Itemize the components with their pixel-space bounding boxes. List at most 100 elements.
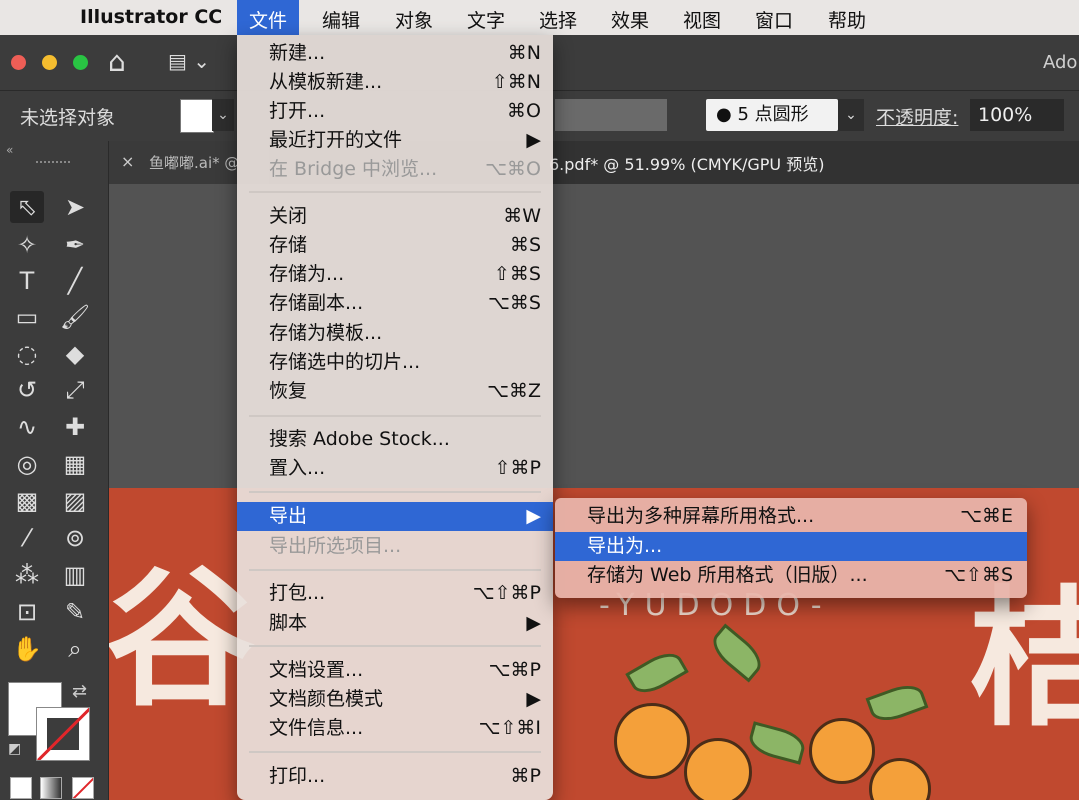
menu-separator	[249, 569, 541, 571]
zoom-window-icon[interactable]	[73, 55, 88, 70]
brush-dropdown-icon[interactable]: ⌄	[838, 99, 864, 131]
leaf-illustration	[705, 623, 769, 683]
minimize-window-icon[interactable]	[42, 55, 57, 70]
selection-status: 未选择对象	[20, 107, 116, 129]
pen-tool-icon[interactable]: ✒	[58, 229, 92, 261]
menu-item-save-as-template[interactable]: 存储为模板...	[237, 319, 553, 348]
menu-item-open-recent[interactable]: 最近打开的文件 ▶	[237, 126, 553, 155]
brush-definition-value: 5 点圆形	[737, 104, 809, 125]
fill-dropdown-icon[interactable]: ⌄	[212, 99, 234, 131]
warp-tool-icon[interactable]: ∿	[10, 411, 44, 443]
close-window-icon[interactable]	[11, 55, 26, 70]
menu-edit[interactable]: 编辑	[322, 6, 360, 35]
menu-item-new-from-template[interactable]: 从模板新建... ⇧⌘N	[237, 68, 553, 97]
menu-item-file-info[interactable]: 文件信息... ⌥⇧⌘I	[237, 714, 553, 743]
color-mode-icon[interactable]	[10, 777, 32, 799]
menu-item-close[interactable]: 关闭 ⌘W	[237, 202, 553, 231]
symbol-sprayer-tool-icon[interactable]: ⁂	[10, 559, 44, 591]
gradient-tool-icon[interactable]: ▨	[58, 485, 92, 517]
menu-separator	[249, 415, 541, 417]
artwork-char-left: 谷	[109, 553, 256, 727]
system-menu-bar: Illustrator CC 文件 编辑 对象 文字 选择 效果 视图 窗口 帮…	[0, 0, 1079, 35]
submenu-item-export-for-screens[interactable]: 导出为多种屏幕所用格式... ⌥⌘E	[555, 502, 1027, 531]
mesh-tool-icon[interactable]: ▩	[10, 485, 44, 517]
column-graph-tool-icon[interactable]: ▥	[58, 559, 92, 591]
selection-tool-icon[interactable]: ⬁	[10, 191, 44, 223]
menu-item-scripts[interactable]: 脚本 ▶	[237, 609, 553, 638]
menu-help[interactable]: 帮助	[828, 6, 866, 35]
menu-item-place[interactable]: 置入... ⇧⌘P	[237, 454, 553, 483]
stroke-color-swatch[interactable]	[36, 707, 90, 761]
paintbrush-tool-icon[interactable]: 🖌	[58, 301, 92, 333]
menu-item-save-copy[interactable]: 存储副本... ⌥⌘S	[237, 289, 553, 318]
panel-grip[interactable]	[36, 161, 70, 169]
leaf-illustration	[625, 646, 689, 700]
submenu-item-export-as[interactable]: 导出为...	[555, 532, 1027, 561]
menu-item-open[interactable]: 打开... ⌘O	[237, 97, 553, 126]
menu-item-new[interactable]: 新建... ⌘N	[237, 39, 553, 68]
export-submenu: 导出为多种屏幕所用格式... ⌥⌘E 导出为... 存储为 Web 所用格式（旧版…	[555, 498, 1027, 598]
brush-dot-icon: ●	[716, 104, 732, 125]
artboard-tool-icon[interactable]: ⊡	[10, 596, 44, 628]
app-name-menu[interactable]: Illustrator CC	[80, 6, 222, 28]
tools-panel: « ⬁ ➤ ✧ ✒ T ╱ ▭ 🖌 ◌ ◆ ↺ ⤢ ∿ ✚ ◎ ▦ ▩ ▨ ⁄ …	[0, 141, 109, 800]
menu-effect[interactable]: 效果	[611, 6, 649, 35]
hand-tool-icon[interactable]: ✋	[10, 633, 44, 665]
collapse-panel-icon[interactable]: «	[6, 143, 13, 157]
menu-type[interactable]: 文字	[467, 6, 505, 35]
magic-wand-tool-icon[interactable]: ✧	[10, 229, 44, 261]
zoom-tool-icon[interactable]: ⌕	[58, 633, 92, 665]
orange-illustration	[614, 703, 690, 779]
scale-tool-icon[interactable]: ⤢	[58, 374, 92, 406]
type-tool-icon[interactable]: T	[10, 265, 44, 297]
eyedropper-tool-icon[interactable]: ⁄	[10, 522, 44, 554]
menu-item-search-adobe-stock[interactable]: 搜索 Adobe Stock...	[237, 425, 553, 454]
document-tab-label: 鱼嘟嘟.ai* @	[149, 154, 240, 172]
home-icon[interactable]: ⌂	[108, 45, 126, 78]
active-document-tab-label[interactable]: 6.pdf* @ 51.99% (CMYK/GPU 预览)	[549, 151, 824, 175]
menu-window[interactable]: 窗口	[755, 6, 793, 35]
perspective-grid-tool-icon[interactable]: ▦	[58, 448, 92, 480]
default-fill-stroke-icon[interactable]: ◩	[8, 741, 21, 757]
shaper-tool-icon[interactable]: ◌	[10, 338, 44, 370]
menu-separator	[249, 191, 541, 193]
leaf-illustration	[865, 679, 929, 727]
menu-select[interactable]: 选择	[539, 6, 577, 35]
opacity-label[interactable]: 不透明度:	[876, 103, 958, 130]
close-tab-icon[interactable]: ×	[121, 152, 134, 171]
orange-illustration	[684, 738, 752, 800]
opacity-input[interactable]: 100%	[970, 99, 1064, 131]
stroke-weight-field[interactable]	[555, 99, 667, 131]
menu-item-document-setup[interactable]: 文档设置... ⌥⌘P	[237, 656, 553, 685]
workspace-switcher-icon[interactable]: ▤ ⌄	[168, 49, 210, 73]
menu-item-revert[interactable]: 恢复 ⌥⌘Z	[237, 377, 553, 406]
menu-object[interactable]: 对象	[395, 6, 433, 35]
direct-selection-tool-icon[interactable]: ➤	[58, 191, 92, 223]
line-tool-icon[interactable]: ╱	[58, 265, 92, 297]
orange-illustration	[809, 718, 875, 784]
rotate-tool-icon[interactable]: ↺	[10, 374, 44, 406]
menu-file[interactable]: 文件	[237, 0, 300, 35]
rectangle-tool-icon[interactable]: ▭	[10, 301, 44, 333]
shape-builder-tool-icon[interactable]: ◎	[10, 448, 44, 480]
none-mode-icon[interactable]	[72, 777, 94, 799]
blend-tool-icon[interactable]: ⊚	[58, 522, 92, 554]
fill-swatch[interactable]	[180, 99, 214, 133]
menu-item-save[interactable]: 存储 ⌘S	[237, 231, 553, 260]
brush-definition-select[interactable]: ● 5 点圆形	[706, 99, 838, 131]
menu-item-export[interactable]: 导出 ▶	[237, 502, 553, 531]
app-title-fragment: Ado	[1043, 52, 1078, 73]
menu-item-print[interactable]: 打印... ⌘P	[237, 762, 553, 791]
gradient-mode-icon[interactable]	[40, 777, 62, 799]
puppet-warp-tool-icon[interactable]: ✚	[58, 411, 92, 443]
menu-item-save-as[interactable]: 存储为... ⇧⌘S	[237, 260, 553, 289]
orange-illustration	[869, 758, 931, 800]
menu-item-document-color-mode[interactable]: 文档颜色模式 ▶	[237, 685, 553, 714]
menu-item-save-selected-slices[interactable]: 存储选中的切片...	[237, 348, 553, 377]
menu-item-package[interactable]: 打包... ⌥⇧⌘P	[237, 579, 553, 608]
slice-tool-icon[interactable]: ✎	[58, 596, 92, 628]
swap-fill-stroke-icon[interactable]: ⇄	[72, 681, 87, 702]
eraser-tool-icon[interactable]: ◆	[58, 338, 92, 370]
menu-view[interactable]: 视图	[683, 6, 721, 35]
submenu-item-save-for-web[interactable]: 存储为 Web 所用格式（旧版）... ⌥⇧⌘S	[555, 561, 1027, 590]
